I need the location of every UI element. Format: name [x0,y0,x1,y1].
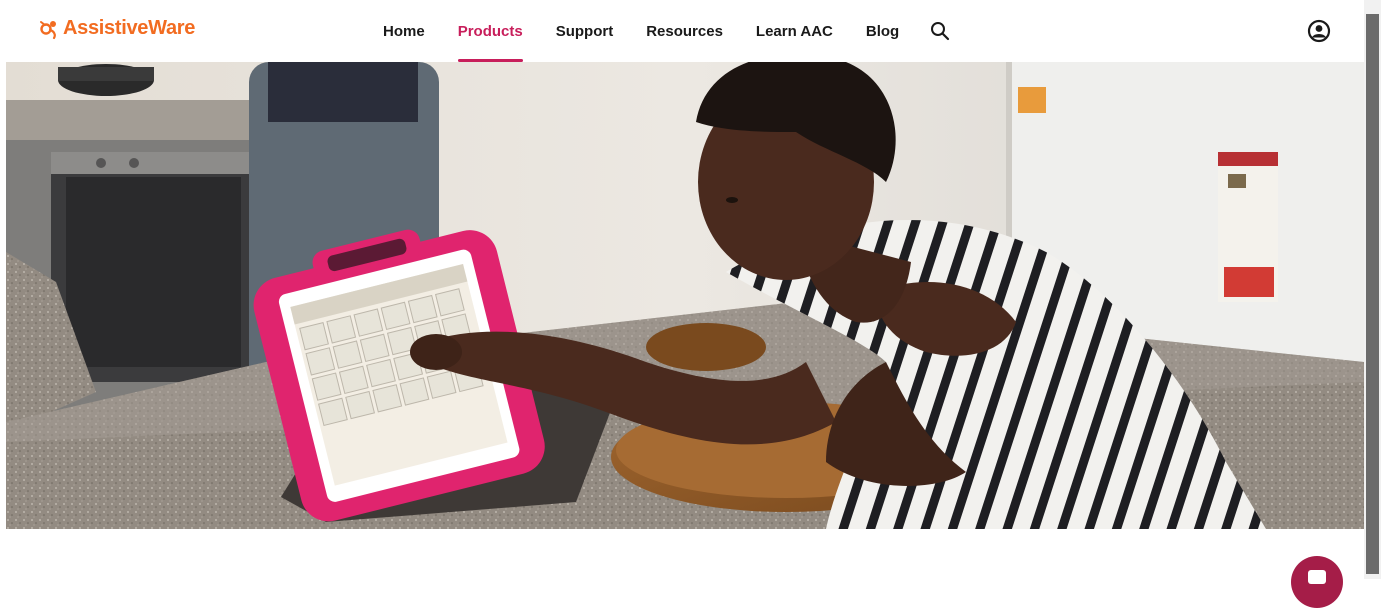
nav-home[interactable]: Home [383,0,425,62]
brand-logo[interactable]: AssistiveWare [37,14,195,42]
page-scrollbar[interactable] [1364,0,1381,579]
nav-support[interactable]: Support [556,0,614,62]
site-header: AssistiveWare Home Products Support Reso… [0,0,1364,62]
hero-image [6,62,1364,529]
search-icon [931,22,950,41]
nav-resources[interactable]: Resources [646,0,723,62]
nav-blog[interactable]: Blog [866,0,899,62]
chat-button[interactable] [1291,556,1343,608]
account-button[interactable] [1307,19,1331,43]
logo-text-part1: Assistive [63,16,149,39]
logo-text-part2: Ware [148,16,196,39]
scrollbar-thumb[interactable] [1366,14,1379,574]
nav-products[interactable]: Products [457,0,523,62]
nav-learn-aac[interactable]: Learn AAC [756,0,833,62]
account-icon [1307,19,1331,43]
main-nav: Home Products Support Resources Learn AA… [383,0,952,62]
hero-photo [6,62,1364,529]
search-button[interactable] [928,19,952,43]
logo-icon [40,21,56,40]
